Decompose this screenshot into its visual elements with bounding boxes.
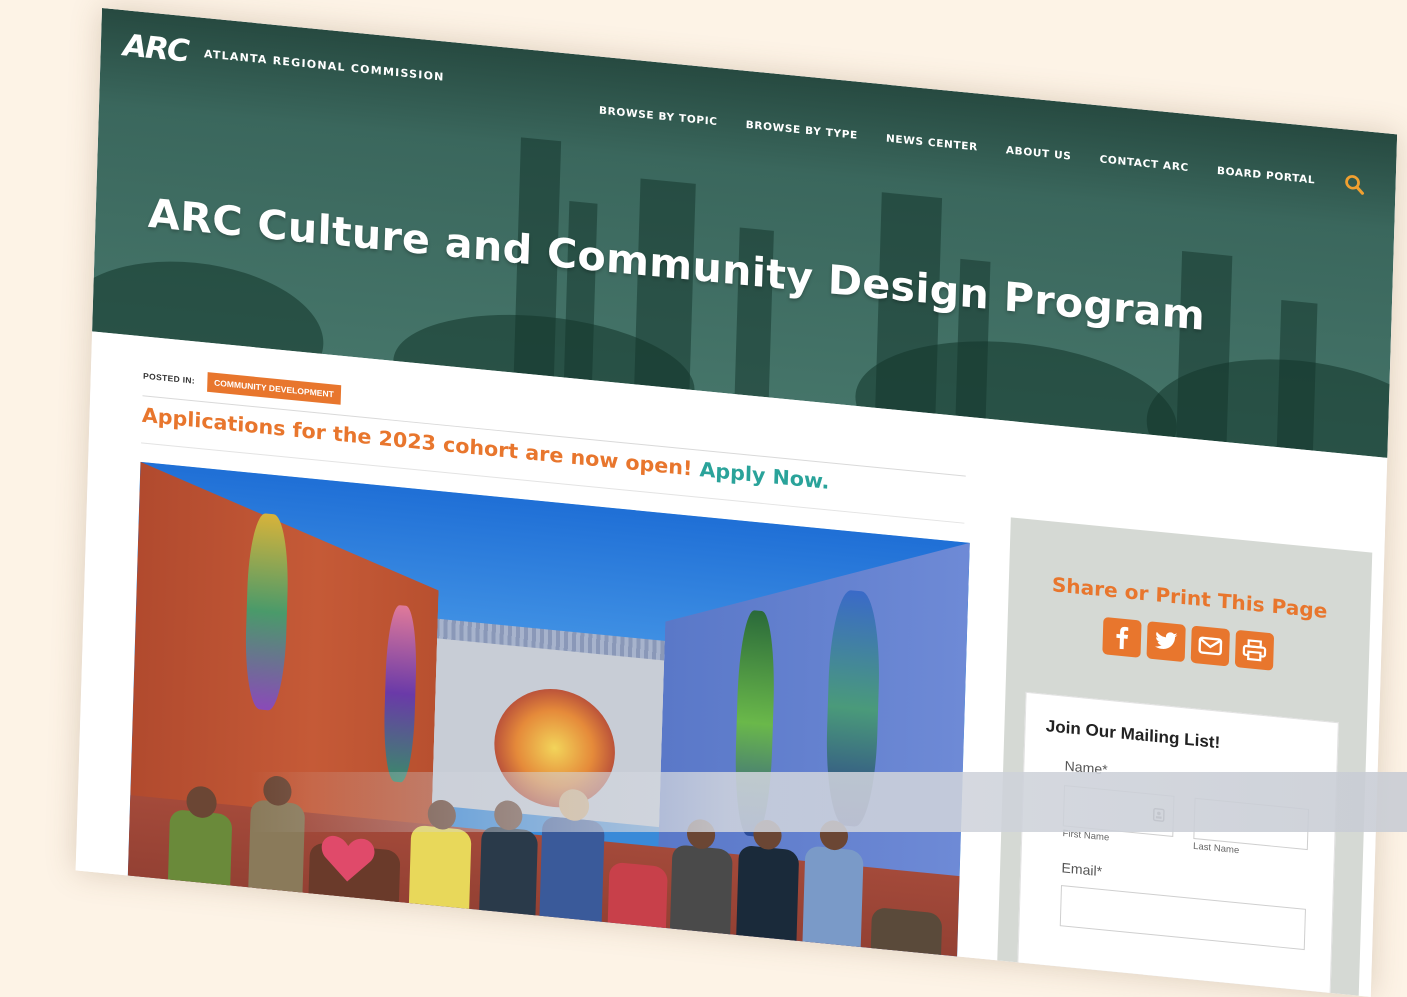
email-label: Email* <box>1061 859 1103 880</box>
sidebar: Share or Print This Page Join Our Mailin… <box>996 517 1373 997</box>
nav-about-us[interactable]: ABOUT US <box>1006 144 1072 162</box>
mailing-list-form: Join Our Mailing List! Name* First Name … <box>1016 691 1339 997</box>
photo-person <box>869 906 943 993</box>
email-input[interactable] <box>1059 885 1306 951</box>
heart-prop-icon <box>321 835 375 882</box>
twitter-icon <box>1154 631 1178 649</box>
mailing-list-title: Join Our Mailing List! <box>1045 716 1221 753</box>
nav-board-portal[interactable]: BOARD PORTAL <box>1217 165 1316 186</box>
photo-person <box>668 844 733 972</box>
logo-mark: ARC <box>122 27 189 70</box>
apply-now-link[interactable]: Apply Now. <box>699 458 830 494</box>
cohort-group-photo <box>126 461 970 994</box>
main-menu: BROWSE BY TOPIC BROWSE BY TYPE NEWS CENT… <box>599 100 1366 196</box>
email-share-button[interactable] <box>1190 625 1230 667</box>
email-icon <box>1198 636 1223 656</box>
photo-person <box>478 825 539 953</box>
nav-browse-by-type[interactable]: BROWSE BY TYPE <box>745 119 858 142</box>
last-name-caption: Last Name <box>1192 840 1240 857</box>
top-nav: ARC ATLANTA REGIONAL COMMISSION BROWSE B… <box>100 8 1398 211</box>
facebook-icon <box>1116 626 1129 650</box>
photo-person <box>407 824 472 947</box>
site-logo[interactable]: ARC ATLANTA REGIONAL COMMISSION <box>122 28 445 95</box>
print-icon <box>1242 639 1267 662</box>
twitter-share-button[interactable] <box>1146 621 1186 663</box>
photo-person <box>801 845 864 985</box>
logo-text: ATLANTA REGIONAL COMMISSION <box>203 46 445 84</box>
search-icon[interactable] <box>1343 172 1366 196</box>
nav-browse-by-topic[interactable]: BROWSE BY TOPIC <box>599 105 718 128</box>
photo-person <box>735 844 800 979</box>
photo-person <box>166 808 233 923</box>
browser-screen: ARC ATLANTA REGIONAL COMMISSION BROWSE B… <box>75 8 1398 997</box>
photo-person <box>538 815 605 959</box>
posted-in-label: POSTED IN: <box>142 370 196 386</box>
nav-contact-arc[interactable]: CONTACT ARC <box>1099 154 1189 174</box>
print-button[interactable] <box>1234 629 1275 671</box>
facebook-share-button[interactable] <box>1102 616 1142 658</box>
category-tag[interactable]: COMMUNITY DEVELOPMENT <box>206 372 342 405</box>
nav-news-center[interactable]: NEWS CENTER <box>886 133 978 154</box>
bottom-shadow <box>250 772 1407 832</box>
photo-person <box>606 861 668 966</box>
